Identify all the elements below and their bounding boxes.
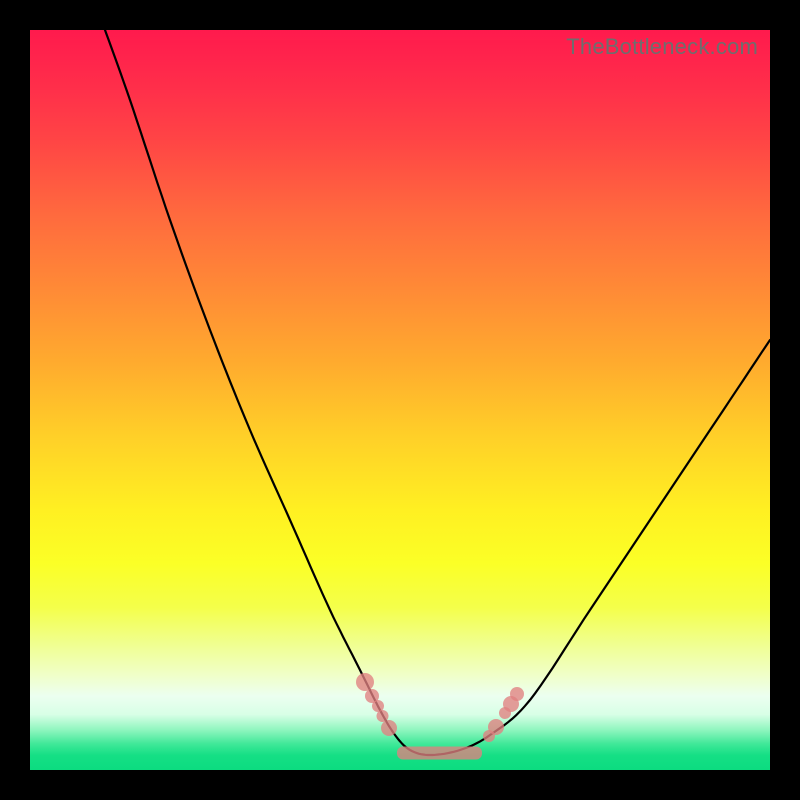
chart-frame: TheBottleneck.com [0, 0, 800, 800]
v-curve [105, 30, 770, 755]
curve-marker [356, 673, 374, 691]
watermark-text: TheBottleneck.com [566, 34, 758, 60]
marker-group [356, 673, 524, 742]
curve-marker [381, 720, 397, 736]
trough-band [397, 747, 482, 760]
curve-marker [510, 687, 524, 701]
plot-area: TheBottleneck.com [30, 30, 770, 770]
curve-svg [30, 30, 770, 770]
curve-marker [377, 710, 389, 722]
curve-marker [488, 719, 504, 735]
